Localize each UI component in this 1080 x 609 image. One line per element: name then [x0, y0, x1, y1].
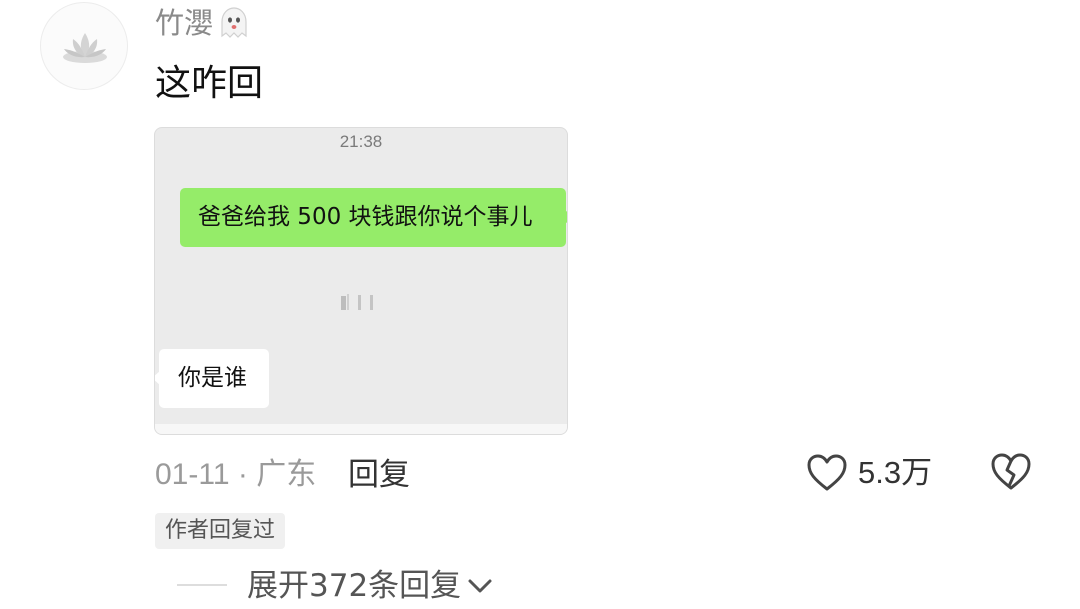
ghost-icon — [221, 7, 247, 38]
dislike-button[interactable] — [990, 452, 1032, 496]
like-count: 5.3万 — [858, 455, 933, 490]
broken-heart-icon — [991, 453, 1031, 490]
expand-divider — [177, 584, 227, 586]
comment-location: 广东 — [256, 458, 317, 491]
chat-screenshot-image[interactable]: 21:38 爸爸给我 500 块钱跟你说个事儿 你是谁 — [154, 127, 568, 435]
lotus-icon — [63, 33, 107, 63]
chat-input-strip — [155, 424, 567, 434]
username-text: 竹瀴 — [155, 6, 214, 40]
expand-replies-button[interactable]: 展开372条回复 — [247, 566, 493, 606]
sent-message-bubble: 爸爸给我 500 块钱跟你说个事儿 — [180, 188, 567, 247]
comment-date: 01-11 — [155, 458, 230, 491]
blurred-bars-icon — [341, 294, 373, 310]
meta-separator: · — [237, 458, 248, 491]
avatar[interactable] — [40, 2, 128, 90]
expand-replies-label: 展开372条回复 — [247, 568, 462, 604]
like-button[interactable]: 5.3万 — [806, 452, 932, 494]
comment-meta: 01-11 · 广东 — [155, 454, 316, 496]
reply-button[interactable]: 回复 — [348, 454, 410, 496]
heart-icon — [807, 454, 847, 491]
chat-timestamp: 21:38 — [339, 132, 383, 151]
comment-text: 这咋回 — [155, 63, 264, 104]
author-replied-badge: 作者回复过 — [155, 513, 286, 549]
chevron-down-icon — [468, 579, 492, 593]
received-message-bubble: 你是谁 — [155, 349, 269, 408]
username[interactable]: 竹瀴 — [155, 4, 249, 42]
